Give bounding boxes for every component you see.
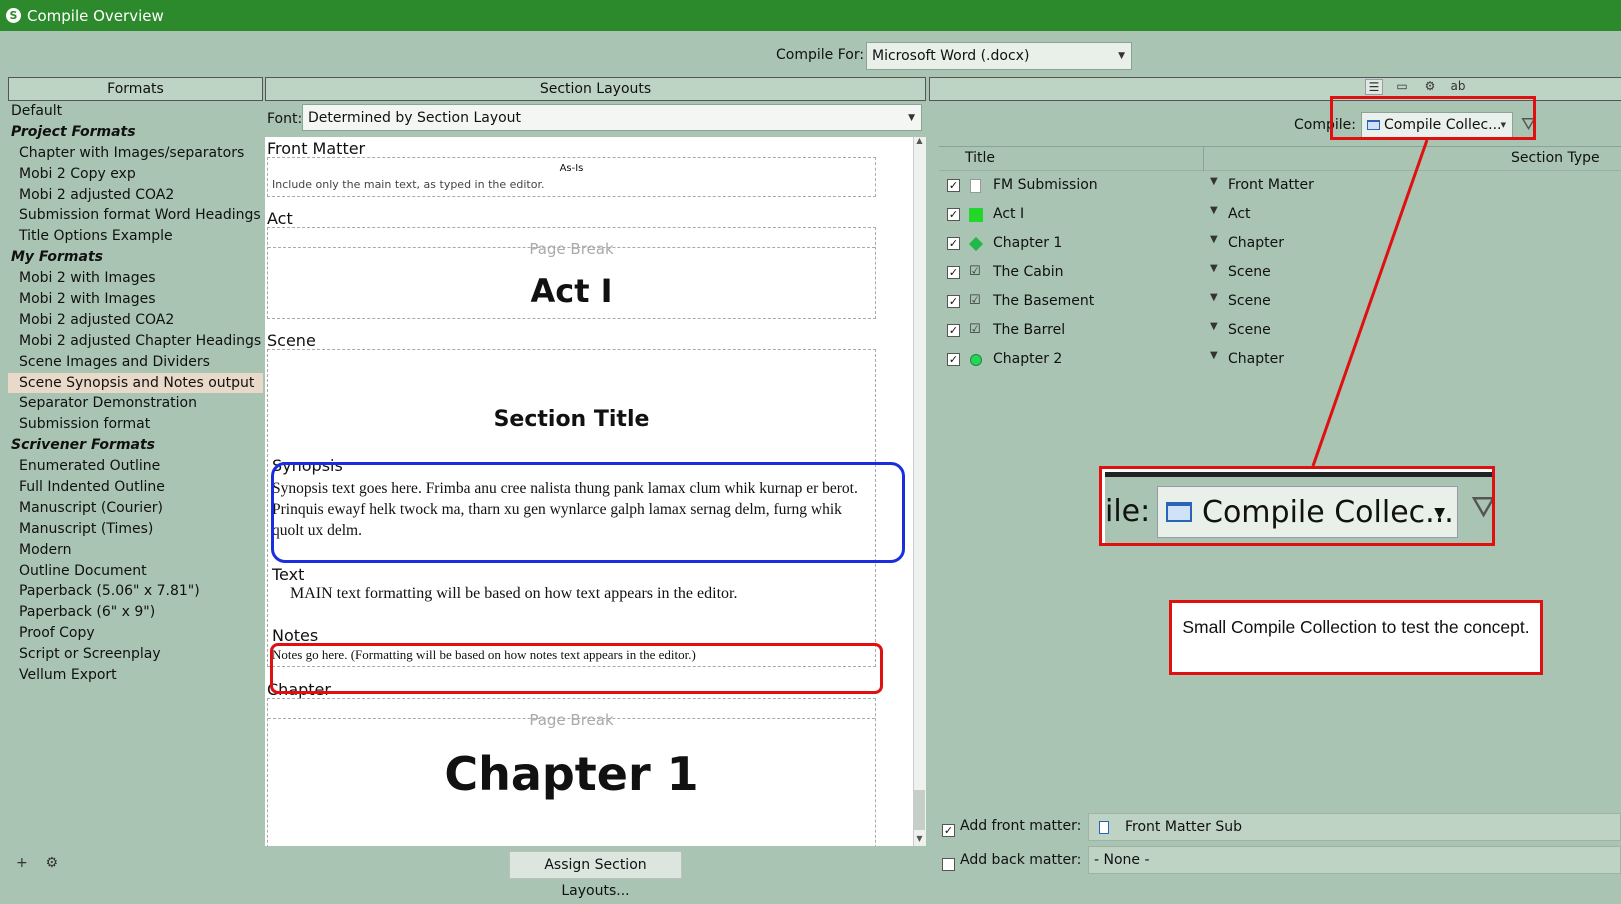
folder-icon xyxy=(1166,502,1192,522)
annotation-connector xyxy=(1311,139,1429,467)
zoom-compile-dropdown: Compile Collec... ▼ xyxy=(1157,486,1458,538)
zoom-content: ile: Compile Collec... ▼ ⛛ xyxy=(1105,472,1495,543)
chevron-down-icon: ▼ xyxy=(1434,505,1445,521)
zoom-strip xyxy=(1105,472,1492,477)
zoom-compile-value: Compile Collec... xyxy=(1202,494,1454,530)
connector-line xyxy=(1311,139,1429,467)
annotation-callout: Small Compile Collection to test the con… xyxy=(1169,600,1543,675)
zoom-inset: ile: Compile Collec... ▼ ⛛ xyxy=(1099,466,1495,546)
filter-icon: ⛛ xyxy=(1471,490,1495,525)
zoom-compile-label: ile: xyxy=(1105,494,1151,529)
